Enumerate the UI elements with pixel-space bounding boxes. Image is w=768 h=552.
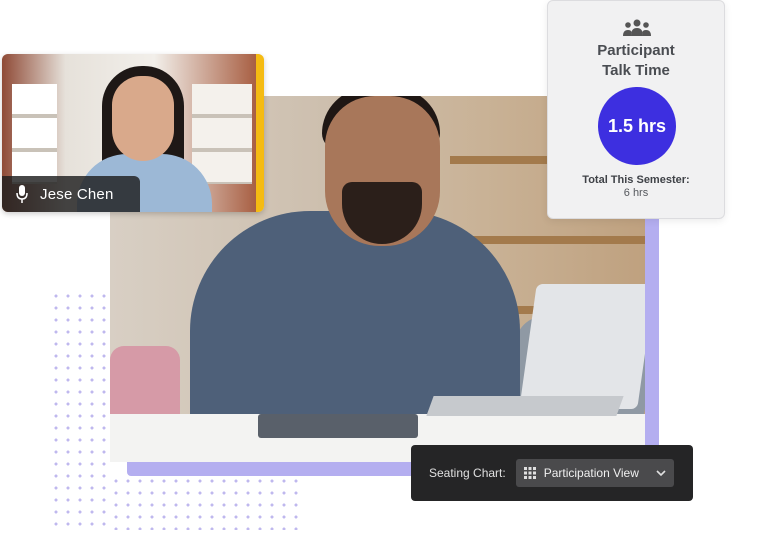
talk-time-value: 1.5 hrs [607,115,667,136]
dot-pattern-decoration [50,290,110,530]
talk-time-card: Participant Talk Time 1.5 hrs Total This… [547,0,725,219]
card-title: Participant Talk Time [548,41,724,81]
participant-name-bar: Jese Chen [2,176,140,212]
dot-pattern-decoration-bottom [110,475,305,530]
chevron-down-icon[interactable] [656,469,666,477]
microphone-icon[interactable] [16,185,28,203]
semester-total-label: Total This Semester: [582,174,690,186]
participant-name: Jese Chen [40,185,114,203]
seating-chart-bar: Seating Chart: Participation View [411,445,693,501]
semester-total-value: 6 hrs [623,187,649,199]
people-group-icon [623,19,651,36]
grid-icon [523,467,536,479]
talk-time-value-circle: 1.5 hrs [598,87,676,165]
speaking-indicator-bar [256,54,264,212]
card-title-line2: Talk Time [602,62,670,79]
seating-view-dropdown[interactable]: Participation View [515,459,674,487]
participant-video-tile[interactable]: Jese Chen [2,54,264,212]
selected-view-label: Participation View [543,466,639,480]
seating-chart-label: Seating Chart: [429,466,506,480]
card-title-line1: Participant [597,42,675,59]
